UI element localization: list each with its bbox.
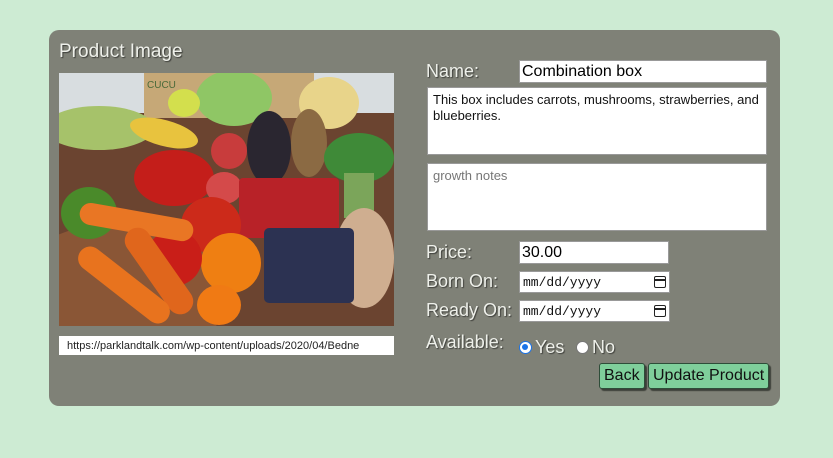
image-url-input[interactable]: [59, 336, 394, 355]
growth-notes-textarea[interactable]: [427, 163, 767, 231]
card-title: Product Image: [59, 41, 183, 62]
available-label: Available:: [426, 332, 504, 352]
born-on-date-input[interactable]: mm/dd/yyyy: [519, 271, 670, 293]
available-yes-label: Yes: [535, 337, 565, 357]
ready-on-label: Ready On:: [426, 300, 513, 320]
calendar-icon[interactable]: [654, 305, 666, 317]
ready-on-date-input[interactable]: mm/dd/yyyy: [519, 300, 670, 322]
box-print-text: CUCU: [147, 80, 176, 91]
product-image: CUCU: [59, 73, 394, 326]
ready-on-value: mm/dd/yyyy: [523, 303, 602, 319]
name-label: Name:: [426, 61, 480, 81]
born-on-label: Born On:: [426, 271, 499, 291]
update-product-button[interactable]: Update Product: [648, 363, 770, 389]
available-yes-option[interactable]: Yes: [519, 337, 564, 358]
calendar-icon[interactable]: [654, 276, 666, 288]
product-card: Product Image CUCU https://parklandtalk.…: [49, 30, 780, 406]
born-on-value: mm/dd/yyyy: [523, 274, 602, 290]
available-no-radio[interactable]: [576, 341, 589, 354]
back-button[interactable]: Back: [599, 363, 645, 389]
name-input[interactable]: [519, 60, 767, 83]
price-input[interactable]: [519, 241, 669, 264]
available-yes-radio[interactable]: [519, 341, 532, 354]
available-no-label: No: [592, 337, 616, 357]
available-no-option[interactable]: No: [576, 337, 615, 358]
description-textarea[interactable]: This box includes carrots, mushrooms, st…: [427, 87, 767, 155]
price-label: Price:: [426, 242, 473, 262]
